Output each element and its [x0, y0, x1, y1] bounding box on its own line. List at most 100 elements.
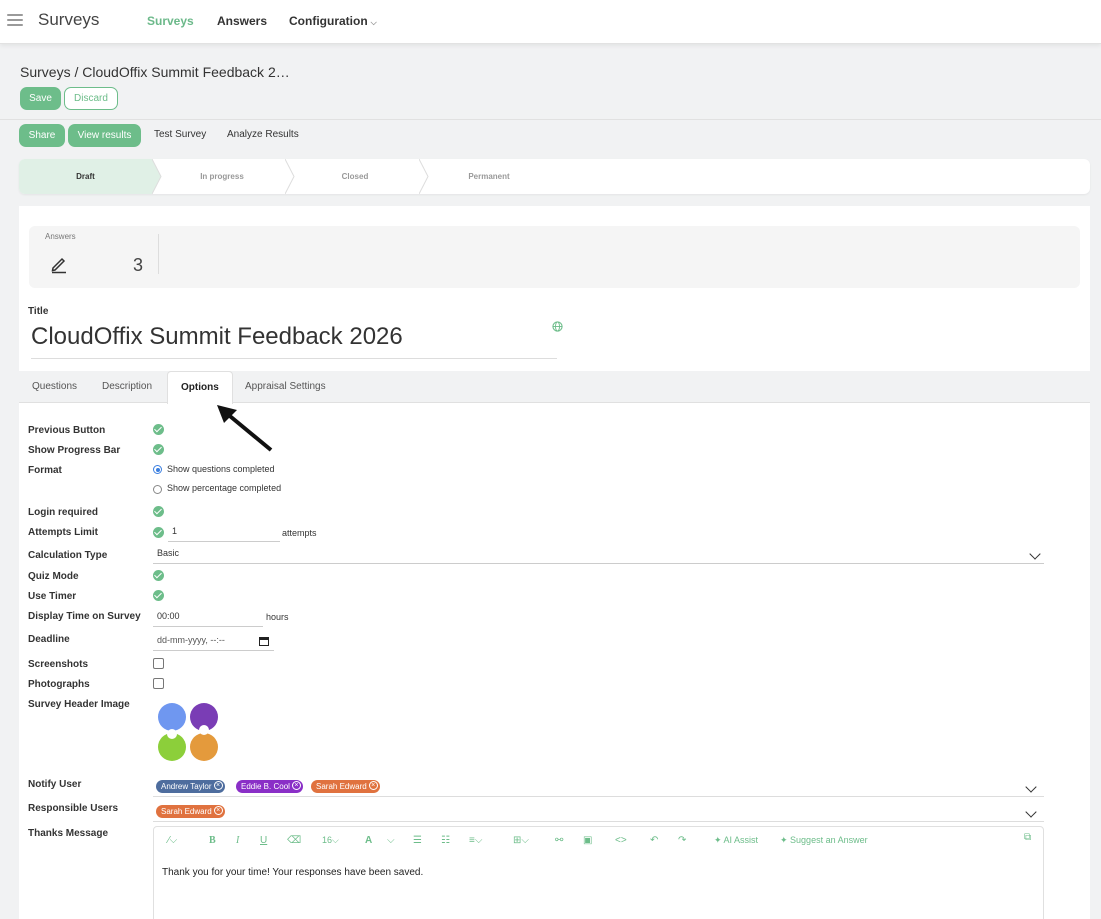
previous-button-label: Previous Button [28, 425, 106, 436]
share-button[interactable]: Share [19, 124, 65, 147]
ai-assist-button[interactable]: ✦ AI Assist [714, 835, 758, 846]
tab-questions[interactable]: Questions [32, 381, 77, 392]
stage-separator [152, 159, 162, 194]
photographs-label: Photographs [28, 679, 90, 690]
nav-surveys[interactable]: Surveys [147, 14, 194, 28]
survey-header-image-label: Survey Header Image [28, 699, 130, 710]
tag-label: Sarah Edward [161, 807, 212, 816]
calculation-type-label: Calculation Type [28, 550, 108, 561]
use-timer-checkbox[interactable] [153, 590, 164, 601]
link-icon[interactable]: ⚯ [555, 835, 563, 846]
image-icon[interactable]: ▣ [583, 835, 592, 846]
italic-icon[interactable]: I [236, 835, 239, 846]
thanks-message-content[interactable]: Thank you for your time! Your responses … [162, 867, 423, 878]
bullet-list-icon[interactable]: ☰ [413, 835, 422, 846]
screenshots-label: Screenshots [28, 659, 89, 670]
nav-answers[interactable]: Answers [217, 14, 267, 28]
remove-icon[interactable]: × [368, 781, 378, 790]
test-survey-button[interactable]: Test Survey [154, 129, 206, 140]
thanks-message-editor[interactable]: ⁄⌵ B I U ⌫ 16⌵ A ⌵ ☰ ☷ ≡⌵ ⊞⌵ ⚯ ▣ <> ↶ ↷ … [153, 826, 1044, 919]
tabs-bar: Questions Description Options Appraisal … [19, 371, 1090, 404]
chevron-down-icon[interactable] [1025, 806, 1037, 818]
stage-in-progress[interactable]: In progress [162, 159, 282, 194]
tab-options[interactable]: Options [167, 371, 233, 404]
table-icon[interactable]: ⊞⌵ [513, 835, 529, 846]
remove-icon[interactable]: × [213, 781, 223, 790]
title-input[interactable]: CloudOffix Summit Feedback 2026 [31, 323, 557, 359]
arrow-pointer-icon [217, 405, 273, 452]
suggest-answer-button[interactable]: ✦ Suggest an Answer [780, 835, 868, 846]
tag-label: Sarah Edward [316, 782, 367, 791]
chevron-down-icon[interactable]: ⌵ [387, 835, 395, 846]
calendar-icon[interactable] [259, 636, 269, 646]
attempts-limit-checkbox[interactable] [153, 527, 164, 538]
use-timer-label: Use Timer [28, 591, 77, 602]
attempts-limit-input[interactable]: 1 [168, 526, 280, 542]
remove-icon[interactable]: × [213, 806, 223, 815]
stage-permanent[interactable]: Permanent [429, 159, 549, 194]
previous-button-checkbox[interactable] [153, 424, 164, 435]
stage-separator [285, 159, 295, 194]
divider [158, 234, 159, 274]
globe-icon[interactable] [552, 321, 563, 332]
tab-description[interactable]: Description [102, 381, 152, 392]
redo-icon[interactable]: ↷ [678, 835, 686, 846]
responsible-users-field[interactable]: Sarah Edward × [153, 803, 1044, 822]
user-tag[interactable]: Sarah Edward × [311, 780, 380, 793]
bold-icon[interactable]: B [209, 835, 216, 846]
undo-icon[interactable]: ↶ [650, 835, 658, 846]
user-tag[interactable]: Sarah Edward × [156, 805, 225, 818]
font-color-icon[interactable]: A [365, 835, 372, 846]
notify-user-field[interactable]: Andrew Taylor × Eddie B. Cool × Sarah Edwa… [153, 778, 1044, 797]
survey-header-image[interactable] [156, 701, 220, 763]
title-label: Title [28, 306, 49, 317]
login-required-checkbox[interactable] [153, 506, 164, 517]
chevron-down-icon[interactable] [1025, 781, 1037, 793]
magic-wand-icon[interactable]: ⁄⌵ [168, 835, 177, 846]
format-option-questions: Show questions completed [167, 464, 275, 474]
format-radio-questions[interactable] [153, 465, 162, 474]
menu-icon[interactable] [7, 14, 23, 27]
nav-configuration-label: Configuration [289, 14, 368, 28]
format-radio-percentage[interactable] [153, 485, 162, 494]
font-size-select[interactable]: 16⌵ [322, 835, 339, 846]
user-tag[interactable]: Andrew Taylor × [156, 780, 225, 793]
save-button[interactable]: Save [20, 87, 61, 110]
view-results-button[interactable]: View results [68, 124, 141, 147]
calculation-type-select[interactable]: Basic [153, 548, 1044, 564]
remove-icon[interactable]: × [291, 781, 301, 790]
suggest-answer-label: Suggest an Answer [790, 835, 868, 845]
font-size-value: 16 [322, 835, 333, 845]
stage-draft[interactable]: Draft [19, 159, 152, 194]
form-sheet: Answers 3 Title CloudOffix Summit Feedba… [19, 206, 1090, 919]
translate-icon[interactable]: ⧉ [1024, 832, 1031, 843]
divider [0, 119, 1101, 120]
deadline-input[interactable]: dd-mm-yyyy, --:-- [153, 635, 274, 651]
stage-closed[interactable]: Closed [295, 159, 415, 194]
align-icon[interactable]: ≡⌵ [469, 835, 482, 846]
code-icon[interactable]: <> [615, 835, 627, 846]
eraser-icon[interactable]: ⌫ [287, 835, 301, 846]
quiz-mode-checkbox[interactable] [153, 570, 164, 581]
login-required-label: Login required [28, 507, 98, 518]
screenshots-checkbox[interactable] [153, 658, 164, 669]
numbered-list-icon[interactable]: ☷ [441, 835, 450, 846]
underline-icon[interactable]: U [260, 835, 267, 846]
breadcrumb: Surveys / CloudOffix Summit Feedback 2… [20, 64, 290, 80]
user-tag[interactable]: Eddie B. Cool × [236, 780, 303, 793]
chevron-down-icon: ⌵ [370, 18, 377, 27]
answers-stat-button[interactable]: Answers 3 [29, 226, 1080, 288]
analyze-results-button[interactable]: Analyze Results [227, 129, 299, 140]
photographs-checkbox[interactable] [153, 678, 164, 689]
quiz-mode-label: Quiz Mode [28, 571, 79, 582]
format-label: Format [28, 465, 62, 476]
display-time-unit: hours [266, 612, 289, 622]
stage-separator [419, 159, 429, 194]
display-time-label: Display Time on Survey [28, 611, 141, 622]
discard-button[interactable]: Discard [64, 87, 118, 110]
stat-label: Answers [45, 232, 76, 241]
tab-appraisal-settings[interactable]: Appraisal Settings [245, 381, 326, 392]
display-time-input[interactable]: 00:00 [153, 611, 263, 627]
show-progress-bar-checkbox[interactable] [153, 444, 164, 455]
nav-configuration[interactable]: Configuration ⌵ [289, 14, 377, 28]
